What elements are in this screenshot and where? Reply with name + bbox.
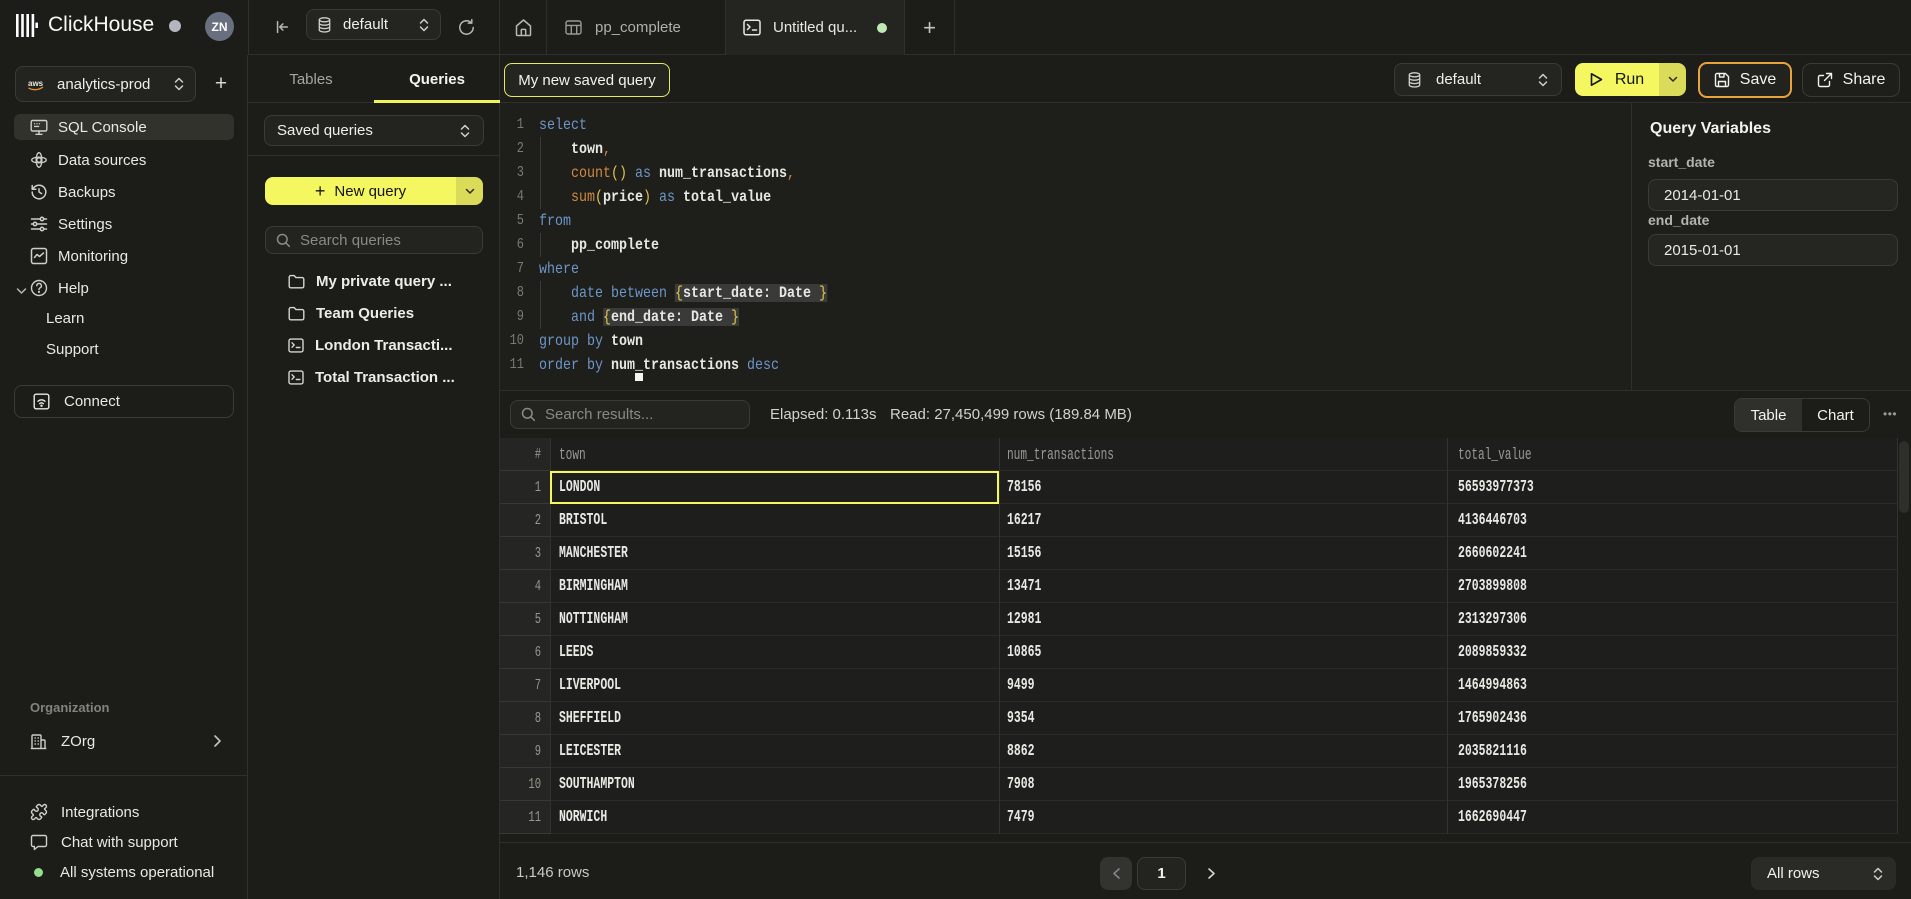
svg-text:aws: aws <box>28 79 44 88</box>
